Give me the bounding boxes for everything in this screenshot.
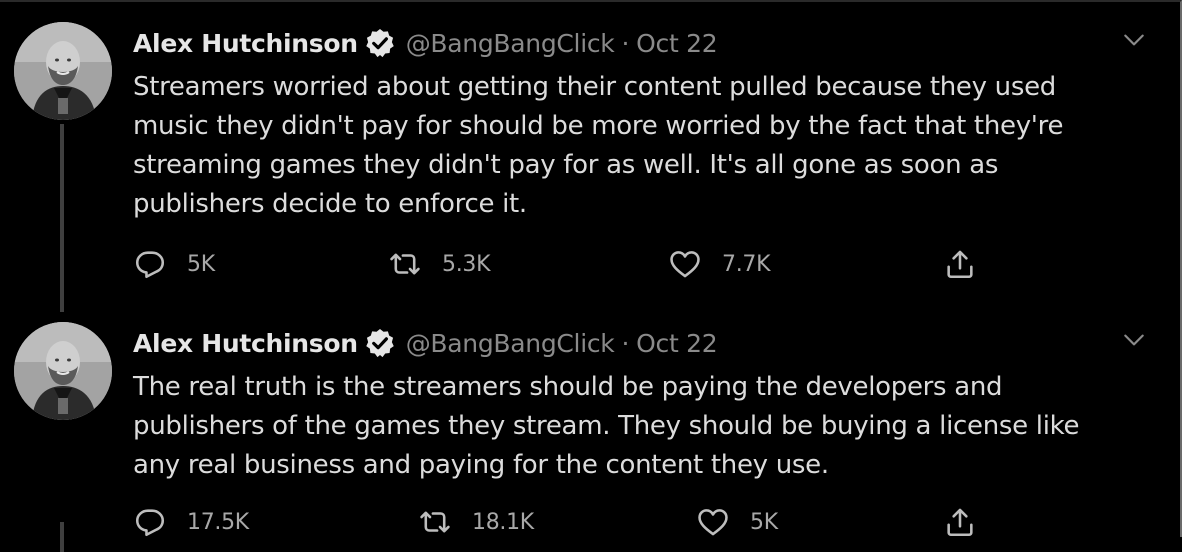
tweet-header: Alex Hutchinson @BangBangClick · Oct 22 bbox=[133, 326, 718, 360]
author-handle[interactable]: @BangBangClick bbox=[406, 29, 615, 58]
share-icon bbox=[947, 250, 973, 279]
share-button[interactable] bbox=[943, 502, 977, 542]
tweet-actions: 5K 5.3K 7.7K bbox=[133, 244, 1033, 284]
tweet[interactable]: Alex Hutchinson @BangBangClick · Oct 22 … bbox=[0, 300, 1182, 552]
like-count: 5K bbox=[750, 509, 778, 535]
avatar[interactable] bbox=[14, 322, 112, 420]
author-name[interactable]: Alex Hutchinson bbox=[133, 329, 358, 358]
like-button[interactable]: 7.7K bbox=[668, 244, 771, 284]
tweet-text-line: music they didn't pay for should be more… bbox=[133, 111, 1064, 141]
tweet-text-line: Streamers worried about getting their co… bbox=[133, 72, 1056, 102]
chevron-down-icon[interactable] bbox=[1121, 327, 1147, 353]
tweet-text: Streamers worried about getting their co… bbox=[133, 68, 1143, 224]
retweet-count: 18.1K bbox=[472, 509, 534, 535]
verified-badge-icon bbox=[365, 329, 394, 358]
author-name[interactable]: Alex Hutchinson bbox=[133, 29, 358, 58]
author-handle[interactable]: @BangBangClick bbox=[406, 329, 615, 358]
separator-dot: · bbox=[621, 28, 630, 58]
reply-icon bbox=[135, 509, 165, 537]
tweet-text-line: publishers decide to enforce it. bbox=[133, 189, 527, 219]
avatar[interactable] bbox=[14, 22, 112, 120]
retweet-button[interactable]: 18.1K bbox=[418, 502, 534, 542]
reply-button[interactable]: 17.5K bbox=[133, 502, 249, 542]
share-icon bbox=[947, 508, 973, 537]
verified-badge-icon bbox=[365, 29, 394, 58]
tweet-date[interactable]: Oct 22 bbox=[636, 29, 717, 58]
tweet[interactable]: Alex Hutchinson @BangBangClick · Oct 22 … bbox=[0, 0, 1182, 312]
separator-dot: · bbox=[621, 328, 630, 358]
like-button[interactable]: 5K bbox=[696, 502, 778, 542]
tweet-header: Alex Hutchinson @BangBangClick · Oct 22 bbox=[133, 26, 718, 60]
chevron-down-icon[interactable] bbox=[1121, 27, 1147, 53]
reply-count: 5K bbox=[187, 251, 215, 277]
retweet-icon bbox=[420, 511, 450, 533]
avatar-photo-icon bbox=[14, 322, 112, 420]
like-count: 7.7K bbox=[722, 251, 771, 277]
thread-connector bbox=[60, 522, 64, 552]
reply-icon bbox=[135, 251, 165, 279]
thread-connector bbox=[60, 124, 64, 312]
tweet-text-line: The real truth is the streamers should b… bbox=[133, 372, 1003, 402]
avatar-photo-icon bbox=[14, 22, 112, 120]
tweet-text-line: publishers of the games they stream. The… bbox=[133, 411, 1080, 441]
tweet-text-line: any real business and paying for the con… bbox=[133, 450, 829, 480]
heart-icon bbox=[698, 509, 728, 536]
tweet-text: The real truth is the streamers should b… bbox=[133, 368, 1143, 485]
share-button[interactable] bbox=[943, 244, 977, 284]
heart-icon bbox=[670, 251, 700, 278]
reply-count: 17.5K bbox=[187, 509, 249, 535]
retweet-count: 5.3K bbox=[442, 251, 491, 277]
tweet-text-line: streaming games they didn't pay for as w… bbox=[133, 150, 999, 180]
reply-button[interactable]: 5K bbox=[133, 244, 215, 284]
tweet-date[interactable]: Oct 22 bbox=[636, 329, 717, 358]
retweet-button[interactable]: 5.3K bbox=[388, 244, 491, 284]
retweet-icon bbox=[390, 253, 420, 275]
tweet-actions: 17.5K 18.1K 5K bbox=[133, 502, 1033, 542]
